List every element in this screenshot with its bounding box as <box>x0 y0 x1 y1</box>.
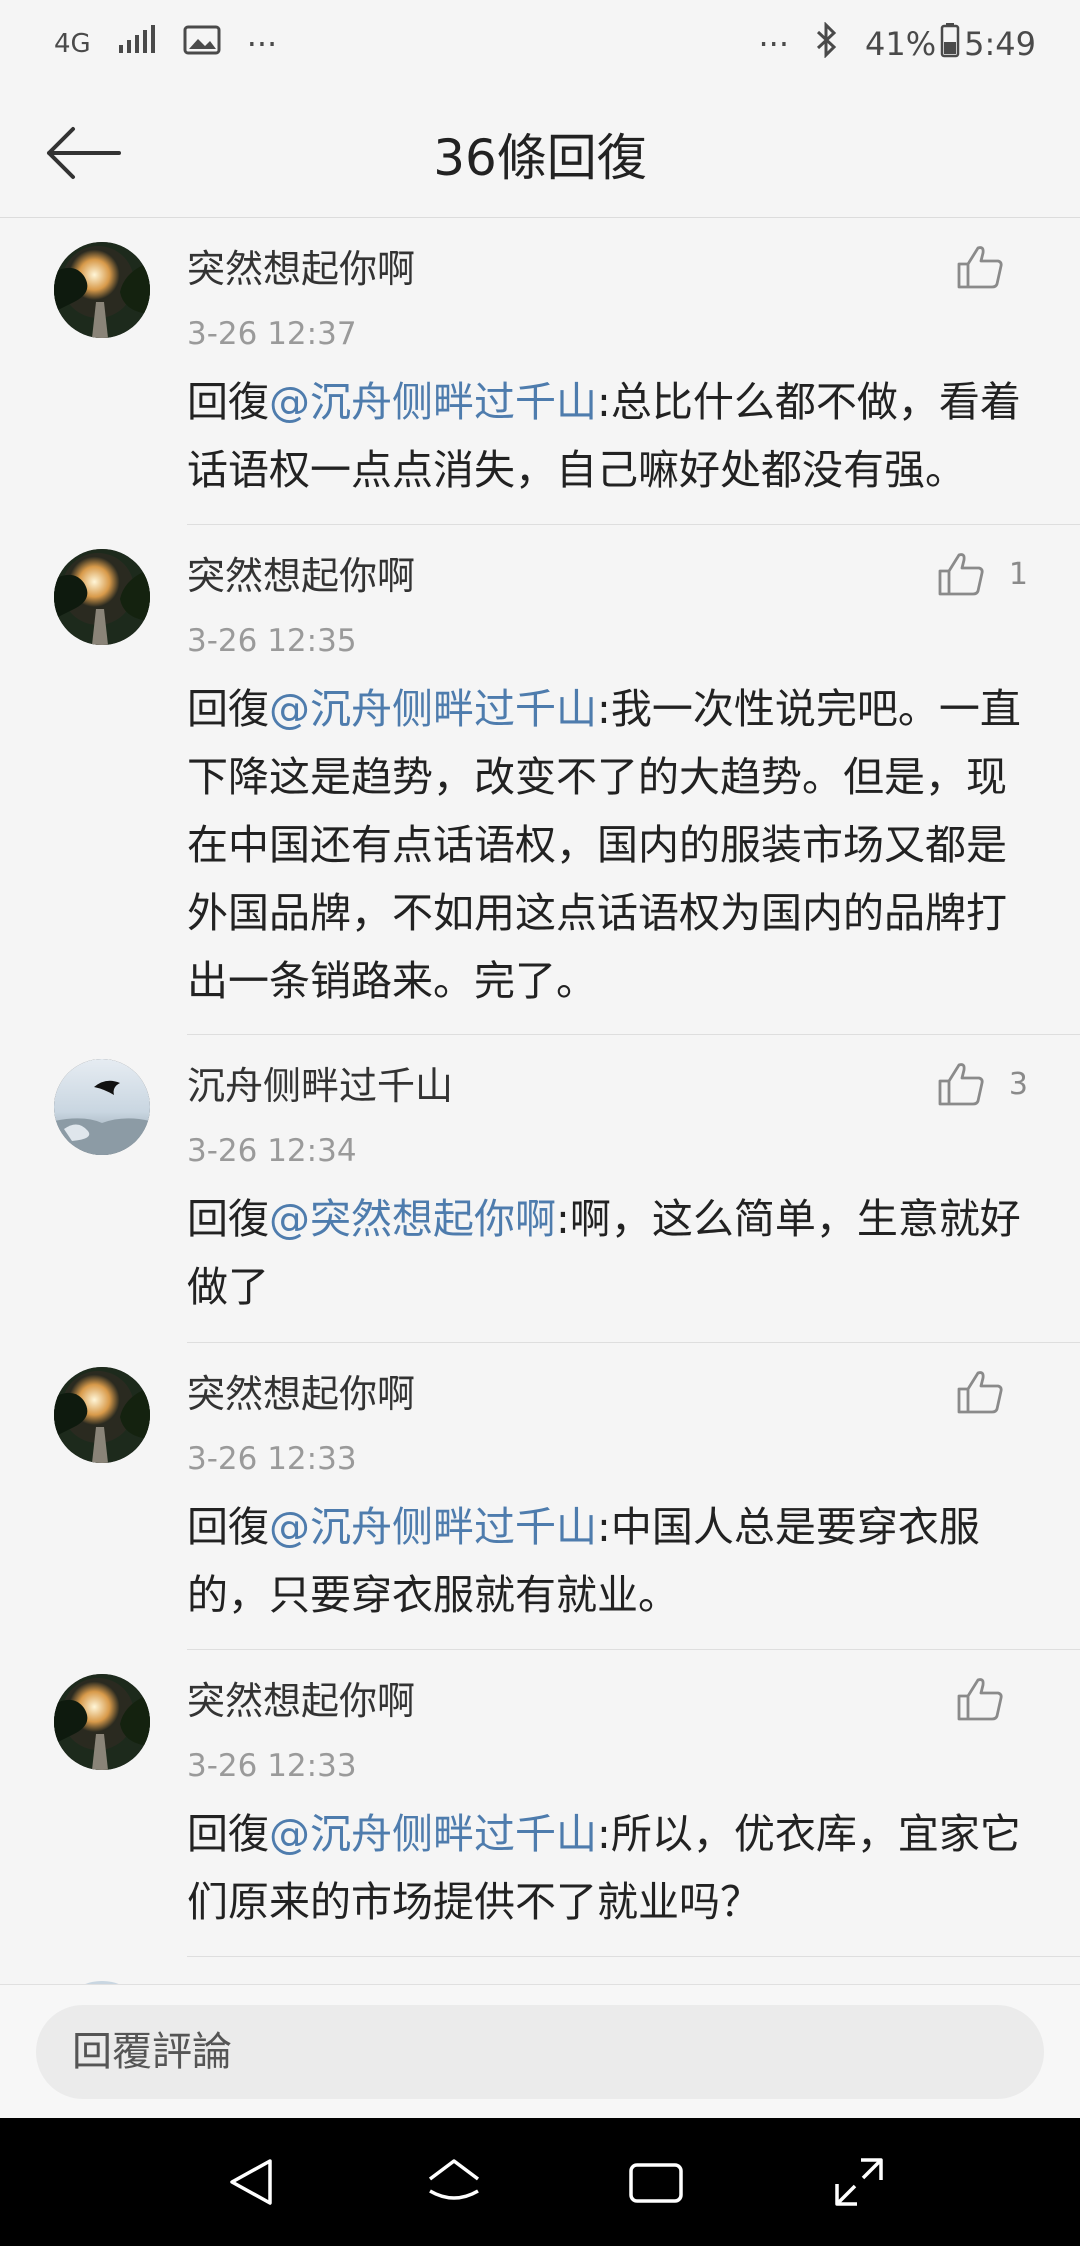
comment-time: 3-26 12:33 <box>187 1748 357 1784</box>
comment-item: 突然想起你啊 3-26 12:37 回復@沉舟侧畔过千山:总比什么都不做，看着话… <box>0 218 1080 525</box>
comment-body: 回復@沉舟侧畔过千山:所以，优衣库，宜家它们原来的市场提供不了就业吗？ <box>187 1800 1040 1962</box>
system-home-button[interactable] <box>409 2137 499 2227</box>
recents-icon <box>629 2163 683 2203</box>
thumbs-up-icon <box>957 1371 1003 1414</box>
bluetooth-icon <box>815 21 839 66</box>
battery-icon <box>940 22 960 66</box>
mention-link[interactable]: @沉舟侧畔过千山 <box>269 1810 597 1858</box>
like-button[interactable] <box>956 1369 1028 1415</box>
system-back-button[interactable] <box>206 2137 296 2227</box>
comment-time: 3-26 12:33 <box>187 1441 357 1477</box>
like-button[interactable]: 1 <box>937 551 1028 597</box>
network-type: 4G <box>54 29 91 59</box>
comment-body: 回復@沉舟侧畔过千山:总比什么都不做，看着话语权一点点消失，自己嘛好处都没有强。 <box>187 368 1040 530</box>
thumbs-up-icon <box>957 246 1003 289</box>
comment-body: 回復@突然想起你啊:啊，这么简单，生意就好做了 <box>187 1185 1040 1347</box>
comment-author[interactable]: 突然想起你啊 <box>187 1369 1040 1419</box>
comment-body: 回復@沉舟侧畔过千山:中国人总是要穿衣服的，只要穿衣服就有就业。 <box>187 1493 1040 1655</box>
home-icon <box>428 2159 479 2200</box>
status-right: ··· 41% 5:49 <box>758 21 1036 66</box>
reply-prefix: 回復 <box>187 1195 269 1243</box>
comment-item: 沉舟侧畔过千山 3-26 12:34 回復@突然想起你啊:啊，这么简单，生意就好… <box>0 1035 1080 1343</box>
like-button[interactable] <box>956 1676 1028 1722</box>
battery-percent: 41% <box>865 25 937 63</box>
system-expand-button[interactable] <box>814 2137 904 2227</box>
comment-item: 突然想起你啊 3-26 12:33 回復@沉舟侧畔过千山:所以，优衣库，宜家它们… <box>0 1650 1080 1957</box>
battery: 41% 5:49 <box>865 22 1036 66</box>
expand-icon <box>835 2158 883 2206</box>
mention-link[interactable]: @沉舟侧畔过千山 <box>269 378 597 426</box>
like-button[interactable]: 3 <box>937 1061 1028 1107</box>
reply-input[interactable]: 回覆評論 <box>36 2005 1044 2099</box>
clock: 5:49 <box>964 25 1036 63</box>
thumbs-up-icon <box>938 553 984 596</box>
reply-bar: 回覆評論 <box>0 1984 1080 2118</box>
avatar[interactable] <box>54 1674 150 1770</box>
comment-item: 突然想起你啊 3-26 12:33 回復@沉舟侧畔过千山:中国人总是要穿衣服的，… <box>0 1343 1080 1650</box>
comment-item: 突然想起你啊 3-26 12:35 回復@沉舟侧畔过千山:我一次性说完吧。一直下… <box>0 525 1080 1035</box>
comment-author[interactable]: 突然想起你啊 <box>187 244 1040 294</box>
comment-list[interactable]: 突然想起你啊 3-26 12:37 回復@沉舟侧畔过千山:总比什么都不做，看着话… <box>0 218 1080 1984</box>
mention-link[interactable]: @突然想起你啊 <box>269 1195 556 1243</box>
comment-time: 3-26 12:34 <box>187 1133 357 1169</box>
system-nav-bar <box>0 2118 1080 2246</box>
more-notifications: ··· <box>246 25 278 63</box>
reply-prefix: 回復 <box>187 378 269 426</box>
nav-bar: 36條回復 <box>0 88 1080 218</box>
reply-prefix: 回復 <box>187 1810 269 1858</box>
triangle-back-icon <box>230 2159 272 2205</box>
system-recents-button[interactable] <box>611 2137 701 2227</box>
avatar[interactable] <box>54 242 150 338</box>
thumbs-up-icon <box>957 1678 1003 1721</box>
reply-prefix: 回復 <box>187 1503 269 1551</box>
comment-author[interactable]: 突然想起你啊 <box>187 1676 1040 1726</box>
comment-time: 3-26 12:37 <box>187 316 357 352</box>
thumbs-up-icon <box>938 1063 984 1106</box>
avatar[interactable] <box>54 549 150 645</box>
comment-item <box>0 1957 1080 1984</box>
image-icon <box>183 25 221 63</box>
status-left: 4G ··· <box>54 25 277 63</box>
mention-link[interactable]: @沉舟侧畔过千山 <box>269 685 597 733</box>
like-button[interactable] <box>956 244 1028 290</box>
comment-author[interactable]: 沉舟侧畔过千山 <box>187 1061 1040 1111</box>
page-title: 36條回復 <box>433 129 647 187</box>
status-bar: 4G ··· ··· 41% 5:49 <box>0 0 1080 88</box>
comment-author[interactable]: 突然想起你啊 <box>187 551 1040 601</box>
more-status: ··· <box>758 25 790 63</box>
signal-icon <box>117 25 157 63</box>
like-count: 1 <box>1008 556 1028 592</box>
reply-prefix: 回復 <box>187 685 269 733</box>
mention-link[interactable]: @沉舟侧畔过千山 <box>269 1503 597 1551</box>
avatar[interactable] <box>54 1059 150 1155</box>
comment-body: 回復@沉舟侧畔过千山:我一次性说完吧。一直下降这是趋势，改变不了的大趋势。但是，… <box>187 675 1040 1041</box>
comment-text: :我一次性说完吧。一直下降这是趋势，改变不了的大趋势。但是，现在中国还有点话语权… <box>187 685 1021 1005</box>
comment-time: 3-26 12:35 <box>187 623 357 659</box>
like-count: 3 <box>1008 1066 1028 1102</box>
avatar[interactable] <box>54 1367 150 1463</box>
